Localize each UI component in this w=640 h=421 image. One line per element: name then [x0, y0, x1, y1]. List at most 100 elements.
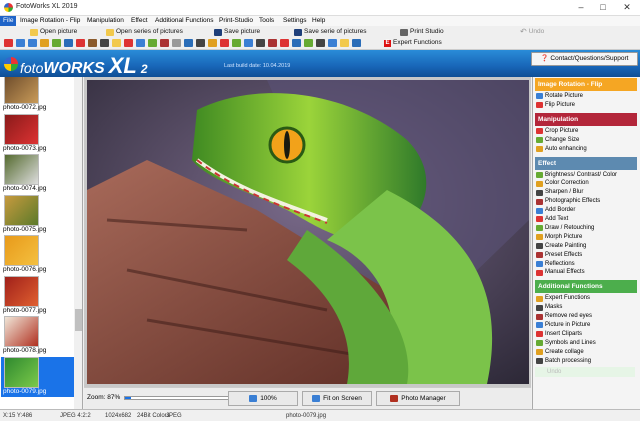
- sidebar-item[interactable]: Preset Effects: [536, 251, 582, 260]
- sidebar-item[interactable]: Picture in Picture: [536, 321, 590, 330]
- morph-icon[interactable]: [148, 39, 157, 47]
- sidebar-item[interactable]: Brightness/ Contrast/ Color: [536, 171, 617, 180]
- clipart-icon[interactable]: [244, 39, 253, 47]
- menu-tools[interactable]: Tools: [256, 16, 277, 26]
- open-series-button[interactable]: Open series of pictures: [106, 27, 183, 37]
- zoom-100-button[interactable]: 100%: [228, 391, 298, 406]
- sidebar-item[interactable]: Add Text: [536, 215, 568, 224]
- sidebar-item[interactable]: Add Border: [536, 206, 575, 215]
- border-icon[interactable]: [112, 39, 121, 47]
- resize-icon[interactable]: [52, 39, 61, 47]
- thumbnail-item[interactable]: photo-0079.jpg: [1, 356, 74, 397]
- menu-manipulation[interactable]: Manipulation: [84, 16, 127, 26]
- sidebar-section-header[interactable]: Manipulation: [535, 112, 637, 126]
- sidebar-item[interactable]: Create Painting: [536, 242, 586, 251]
- thumbnail-item[interactable]: photo-0078.jpg: [1, 316, 74, 356]
- eye-icon[interactable]: [316, 39, 325, 47]
- print-studio-button[interactable]: Print Studio: [400, 27, 444, 37]
- open-picture-button[interactable]: Open picture: [30, 27, 77, 37]
- star-icon[interactable]: [340, 39, 349, 47]
- batch-icon[interactable]: [292, 39, 301, 47]
- picture-icon[interactable]: [304, 39, 313, 47]
- main-photo[interactable]: [87, 80, 529, 384]
- sidebar-section-header[interactable]: Additional Functions: [535, 280, 637, 294]
- collage-icon[interactable]: [268, 39, 277, 47]
- minimize-icon[interactable]: –: [574, 2, 588, 13]
- redeye-icon[interactable]: [220, 39, 229, 47]
- mask-icon[interactable]: [208, 39, 217, 47]
- scrollbar-thumb[interactable]: [75, 309, 82, 331]
- thumbnail-item[interactable]: photo-0076.jpg: [1, 235, 74, 275]
- contact-button[interactable]: ❓ Contact/Questions/Support: [531, 52, 638, 66]
- text-icon[interactable]: [124, 39, 133, 47]
- sidebar-item[interactable]: Sharpen / Blur: [536, 188, 583, 197]
- expert-functions-button[interactable]: E Expert Functions: [384, 38, 442, 48]
- sharpen-icon[interactable]: [88, 39, 97, 47]
- logo-icon: [4, 57, 18, 71]
- sidebar-item[interactable]: Draw / Retouching: [536, 224, 594, 233]
- undo-button[interactable]: ↶ Undo: [520, 27, 544, 37]
- thumbnail-item[interactable]: photo-0075.jpg: [1, 194, 74, 235]
- painting-icon[interactable]: [160, 39, 169, 47]
- close-icon[interactable]: ✕: [620, 2, 634, 13]
- menu-help[interactable]: Help: [309, 16, 328, 26]
- menu-effect[interactable]: Effect: [128, 16, 151, 26]
- sidebar-item[interactable]: Masks: [536, 303, 562, 312]
- thumbnail-item[interactable]: photo-0077.jpg: [1, 275, 74, 316]
- flip-icon[interactable]: [40, 39, 49, 47]
- sidebar-item[interactable]: Auto enhancing: [536, 145, 587, 154]
- pip-icon[interactable]: [232, 39, 241, 47]
- sidebar-item[interactable]: Symbols and Lines: [536, 339, 596, 348]
- sidebar-item[interactable]: Batch processing: [536, 357, 591, 366]
- status-type: JPEG: [166, 413, 182, 419]
- sidebar-item[interactable]: Expert Functions: [536, 294, 590, 303]
- sidebar-section-header[interactable]: Effect: [535, 156, 637, 170]
- thumbnail-item[interactable]: photo-0073.jpg: [1, 113, 74, 154]
- menu-image-rotation[interactable]: Image Rotation - Flip: [17, 16, 83, 26]
- sidebar-undo[interactable]: Undo: [535, 367, 635, 377]
- crop-icon[interactable]: [4, 39, 13, 47]
- menu-additional-functions[interactable]: Additional Functions: [152, 16, 217, 26]
- sidebar-item[interactable]: Remove red eyes: [536, 312, 592, 321]
- sidebar-item[interactable]: Morph Picture: [536, 233, 582, 242]
- grid-icon[interactable]: [352, 39, 361, 47]
- effects-icon[interactable]: [100, 39, 109, 47]
- color-icon[interactable]: [76, 39, 85, 47]
- sidebar-item[interactable]: Color Correction: [536, 179, 589, 188]
- sidebar-item[interactable]: Rotate Picture: [536, 92, 583, 101]
- sidebar-item[interactable]: Photographic Effects: [536, 197, 600, 206]
- photo-manager-button[interactable]: Photo Manager: [376, 391, 460, 406]
- menu-settings[interactable]: Settings: [280, 16, 310, 26]
- sidebar-item-icon: [536, 137, 543, 144]
- symbols-icon[interactable]: [256, 39, 265, 47]
- thumbnail-item[interactable]: photo-0072.jpg: [1, 77, 74, 113]
- zoom-slider[interactable]: [124, 396, 244, 400]
- preset-icon[interactable]: [172, 39, 181, 47]
- save-series-button[interactable]: Save serie of pictures: [294, 27, 367, 37]
- menu-file[interactable]: File: [0, 16, 17, 26]
- sidebar-item[interactable]: Crop Picture: [536, 127, 578, 136]
- sidebar-item[interactable]: Flip Picture: [536, 101, 575, 110]
- rotate-left-icon[interactable]: [16, 39, 25, 47]
- sidebar-item[interactable]: Insert Cliparts: [536, 330, 582, 339]
- fit-on-screen-button[interactable]: Fit on Screen: [302, 391, 372, 406]
- sidebar-item[interactable]: Reflections: [536, 260, 575, 269]
- sidebar-item-label: Picture in Picture: [545, 322, 591, 328]
- maximize-icon[interactable]: □: [596, 2, 610, 13]
- rotate-right-icon[interactable]: [28, 39, 37, 47]
- brightness-icon[interactable]: [64, 39, 73, 47]
- sidebar-item[interactable]: Manual Effects: [536, 268, 585, 277]
- layers-icon[interactable]: [328, 39, 337, 47]
- camera-icon[interactable]: [280, 39, 289, 47]
- thumbnail-scrollbar[interactable]: [74, 77, 82, 409]
- sidebar-item[interactable]: Create collage: [536, 348, 584, 357]
- manual-icon[interactable]: [196, 39, 205, 47]
- reflection-icon[interactable]: [184, 39, 193, 47]
- sidebar-section-header[interactable]: Image Rotation - Flip: [535, 78, 637, 91]
- thumbnail-item[interactable]: photo-0074.jpg: [1, 154, 74, 194]
- save-picture-button[interactable]: Save picture: [214, 27, 260, 37]
- sidebar-item-label: Brightness/ Contrast/ Color: [545, 171, 618, 178]
- draw-icon[interactable]: [136, 39, 145, 47]
- sidebar-item[interactable]: Change Size: [536, 136, 579, 145]
- menu-print-studio[interactable]: Print-Studio: [216, 16, 256, 26]
